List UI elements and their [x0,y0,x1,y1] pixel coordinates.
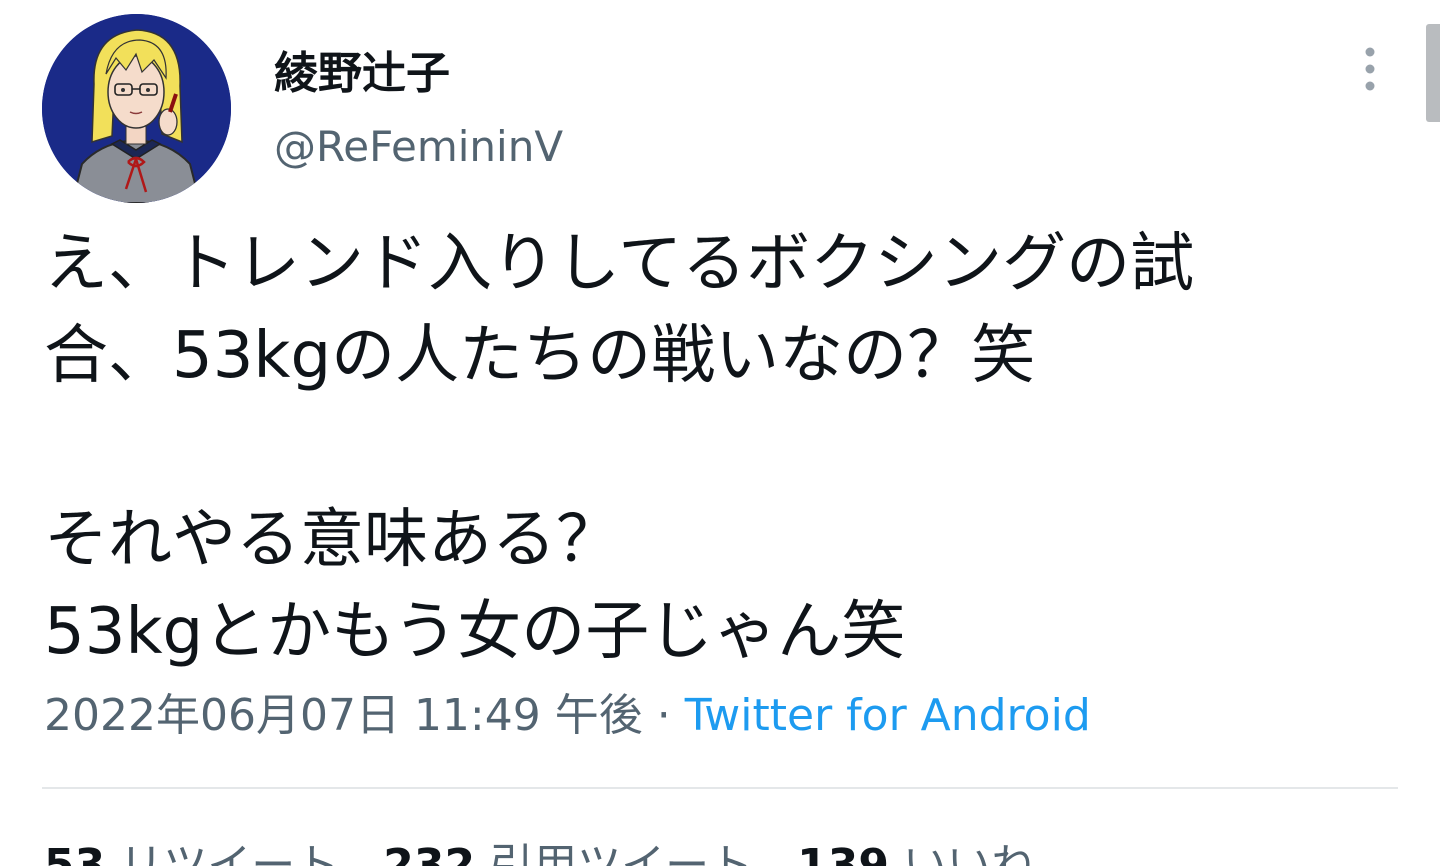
likes-count: 139 [797,840,889,866]
quotes-count: 232 [383,840,476,866]
retweets-count: 53 [44,840,106,866]
likes-stat[interactable]: 139 いいね [797,840,1035,866]
quotes-stat[interactable]: 232 引用ツイート [383,840,753,866]
tweet-text-line: 53kgとかもう女の子じゃん笑 [44,595,906,669]
more-options-button[interactable] [1350,40,1390,100]
divider [42,787,1398,789]
tweet-source-link[interactable]: Twitter for Android [685,690,1091,741]
retweets-stat[interactable]: 53 リツイート [44,840,339,866]
tweet-text: え、トレンド入りしてるボクシングの試 合、53kgの人たちの戦いなの？笑 それや… [44,218,1344,678]
more-vertical-icon [1365,47,1375,91]
tweet-text-line: え、トレンド入りしてるボクシングの試 [44,227,1195,301]
user-handle[interactable]: @ReFemininV [274,120,563,174]
tweet-meta: 2022年06月07日 11:49 午後 · Twitter for Andro… [44,686,1091,746]
meta-separator: · [642,690,685,741]
tweet-text-line: 合、53kgの人たちの戦いなの？笑 [44,319,1036,393]
avatar-illustration-icon [42,14,231,203]
likes-label: いいね [902,840,1035,866]
display-name[interactable]: 綾野辻子 [274,46,450,102]
retweets-label: リツイート [119,840,340,866]
tweet-stats: 53 リツイート 232 引用ツイート 139 いいね [44,836,1065,866]
scrollbar-thumb[interactable] [1426,24,1440,122]
tweet-detail-screen: 綾野辻子 @ReFemininV え、トレンド入りしてるボクシングの試 合、53… [0,0,1440,866]
avatar[interactable] [42,14,231,203]
tweet-text-line: それやる意味ある？ [44,503,620,577]
quotes-label: 引用ツイート [489,840,754,866]
tweet-timestamp[interactable]: 2022年06月07日 11:49 午後 [44,690,643,741]
